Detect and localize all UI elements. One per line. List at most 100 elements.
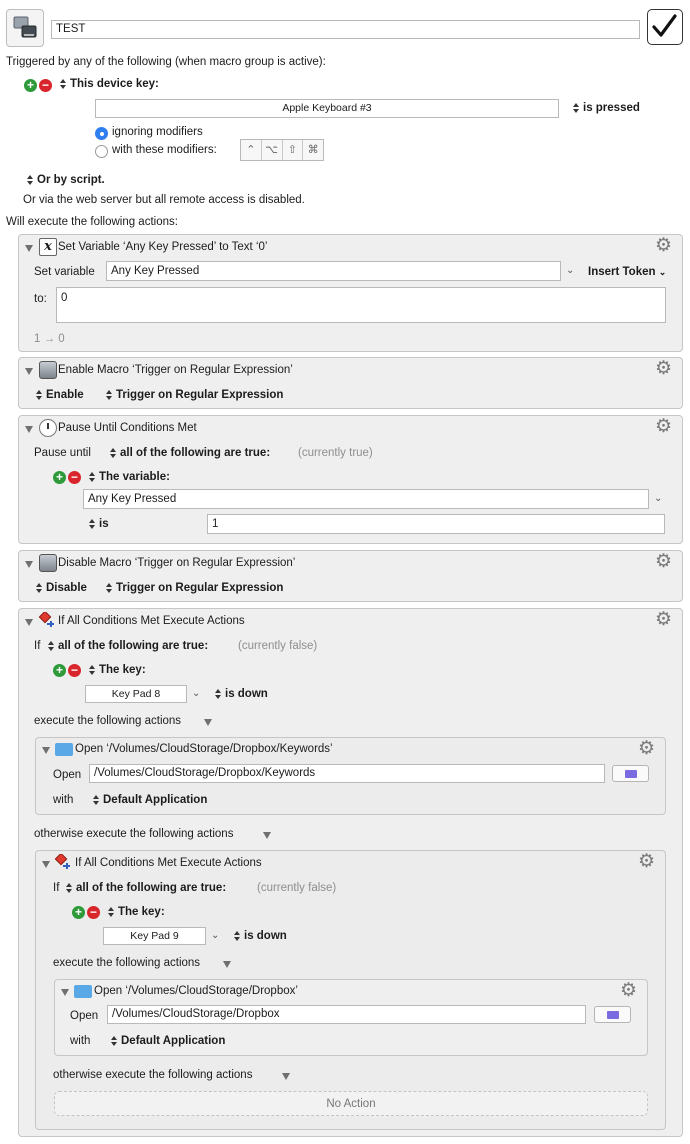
key-field[interactable]: Key Pad 9 [103,927,206,945]
chevron-down-icon[interactable]: ⌄ [654,493,662,504]
folder-icon [55,743,73,756]
enable-mode-popup[interactable]: Enable [36,389,84,401]
gear-icon[interactable]: ⚙ [655,236,672,255]
condition-scope-popup[interactable]: all of the following are true: [66,882,226,894]
gear-icon[interactable]: ⚙ [655,417,672,436]
condition-type-popup[interactable]: The key: [89,664,146,676]
operator-popup[interactable]: is [89,518,109,530]
enable-checkbox[interactable] [647,9,683,45]
key-state-popup[interactable]: is down [215,688,268,700]
variable-name-field[interactable]: Any Key Pressed [106,261,561,281]
gear-icon[interactable]: ⚙ [638,739,655,758]
clock-icon [39,419,57,437]
shift-modifier-key[interactable]: ⇧ [283,140,304,160]
no-action-placeholder[interactable]: No Action [54,1091,648,1116]
action-title: If All Conditions Met Execute Actions [75,857,262,869]
disclosure-triangle-icon[interactable] [61,989,69,996]
chevron-down-icon[interactable]: ⌄ [192,688,200,699]
if-label: If [53,882,60,894]
choose-folder-button[interactable] [612,765,649,782]
disclosure-triangle-icon[interactable] [25,561,33,568]
condition-scope-popup[interactable]: all of the following are true: [48,640,208,652]
or-by-script-popup[interactable]: Or by script. [27,174,105,186]
web-server-note: Or via the web server but all remote acc… [23,194,305,206]
disclosure-triangle-icon[interactable] [25,619,33,626]
key-condition-label: is pressed [583,102,640,114]
nested-if-conditions-action[interactable]: If All Conditions Met Execute Actions ⚙ … [35,850,666,1130]
disclosure-triangle-icon[interactable] [25,245,33,252]
application-popup[interactable]: Default Application [111,1035,225,1047]
chevron-down-icon[interactable]: ⌄ [211,930,219,941]
disclosure-triangle-icon[interactable] [42,861,50,868]
execute-menu-triangle-icon[interactable] [223,961,231,968]
condition-status: (currently false) [238,640,318,652]
macro-icon[interactable] [6,9,44,47]
open-action[interactable]: Open ‘/Volumes/CloudStorage/Dropbox/Keyw… [35,737,666,815]
disable-mode-popup[interactable]: Disable [36,582,87,594]
pause-until-action[interactable]: Pause Until Conditions Met ⚙ Pause until… [18,415,683,544]
action-title: Open ‘/Volumes/CloudStorage/Dropbox’ [94,985,298,997]
key-condition-popup[interactable]: is pressed [573,102,640,114]
target-macro-popup[interactable]: Trigger on Regular Expression [106,389,283,401]
condition-type-label: The key: [99,664,146,676]
set-variable-action[interactable]: x Set Variable ‘Any Key Pressed’ to Text… [18,234,683,352]
application-popup[interactable]: Default Application [93,794,207,806]
remove-condition-button[interactable]: − [68,471,81,484]
trigger-type-popup[interactable]: This device key: [60,78,159,90]
disclosure-triangle-icon[interactable] [25,368,33,375]
condition-type-popup[interactable]: The variable: [89,471,170,483]
open-path-field[interactable]: /Volumes/CloudStorage/Dropbox/Keywords [89,764,605,783]
option-modifier-key[interactable]: ⌥ [262,140,283,160]
condition-type-label: The key: [118,906,165,918]
gear-icon[interactable]: ⚙ [655,610,672,629]
disclosure-triangle-icon[interactable] [25,426,33,433]
otherwise-label: otherwise execute the following actions [34,828,234,840]
remove-condition-button[interactable]: − [87,906,100,919]
macro-name-field[interactable]: TEST [51,20,640,39]
open-action[interactable]: Open ‘/Volumes/CloudStorage/Dropbox’ ⚙ O… [54,979,648,1056]
set-variable-label: Set variable [34,266,95,278]
otherwise-menu-triangle-icon[interactable] [282,1073,290,1080]
execute-menu-triangle-icon[interactable] [204,719,212,726]
control-modifier-key[interactable]: ⌃ [241,140,262,160]
target-macro-popup[interactable]: Trigger on Regular Expression [106,582,283,594]
open-path-field[interactable]: /Volumes/CloudStorage/Dropbox [107,1005,586,1024]
remove-trigger-button[interactable]: − [39,79,52,92]
with-modifiers-radio[interactable] [95,145,108,158]
disclosure-triangle-icon[interactable] [42,747,50,754]
command-modifier-key[interactable]: ⌘ [303,140,323,160]
choose-folder-button[interactable] [594,1006,631,1023]
execute-label: execute the following actions [53,957,201,969]
key-state-popup[interactable]: is down [234,930,287,942]
gear-icon[interactable]: ⚙ [638,852,655,871]
if-then-icon [38,610,57,630]
add-condition-button[interactable]: + [72,906,85,919]
key-field[interactable]: Key Pad 8 [85,685,187,703]
result-preview: 1 → 0 [34,333,65,345]
gear-icon[interactable]: ⚙ [620,981,637,1000]
ignoring-modifiers-radio[interactable] [95,127,108,140]
disable-macro-action[interactable]: Disable Macro ‘Trigger on Regular Expres… [18,550,683,602]
insert-token-button[interactable]: Insert Token ⌄ [588,266,666,278]
device-key-field[interactable]: Apple Keyboard #3 [95,99,559,118]
with-modifiers-label: with these modifiers: [112,144,217,156]
condition-variable-field[interactable]: Any Key Pressed [83,489,649,509]
gear-icon[interactable]: ⚙ [655,552,672,571]
condition-type-popup[interactable]: The key: [108,906,165,918]
otherwise-menu-triangle-icon[interactable] [263,832,271,839]
gear-icon[interactable]: ⚙ [655,359,672,378]
condition-status: (currently false) [257,882,337,894]
add-condition-button[interactable]: + [53,664,66,677]
enable-macro-action[interactable]: Enable Macro ‘Trigger on Regular Express… [18,357,683,409]
remove-condition-button[interactable]: − [68,664,81,677]
add-trigger-button[interactable]: + [24,79,37,92]
condition-value-field[interactable]: 1 [207,514,665,534]
modifier-keys: ⌃ ⌥ ⇧ ⌘ [240,139,324,161]
add-condition-button[interactable]: + [53,471,66,484]
if-conditions-action[interactable]: If All Conditions Met Execute Actions ⚙ … [18,608,683,1137]
condition-scope-popup[interactable]: all of the following are true: [110,447,270,459]
chevron-down-icon[interactable]: ⌄ [566,265,574,276]
text-value-area[interactable]: 0 [56,287,666,323]
checkmark-icon [652,14,677,37]
insert-token-label: Insert Token [588,266,656,278]
